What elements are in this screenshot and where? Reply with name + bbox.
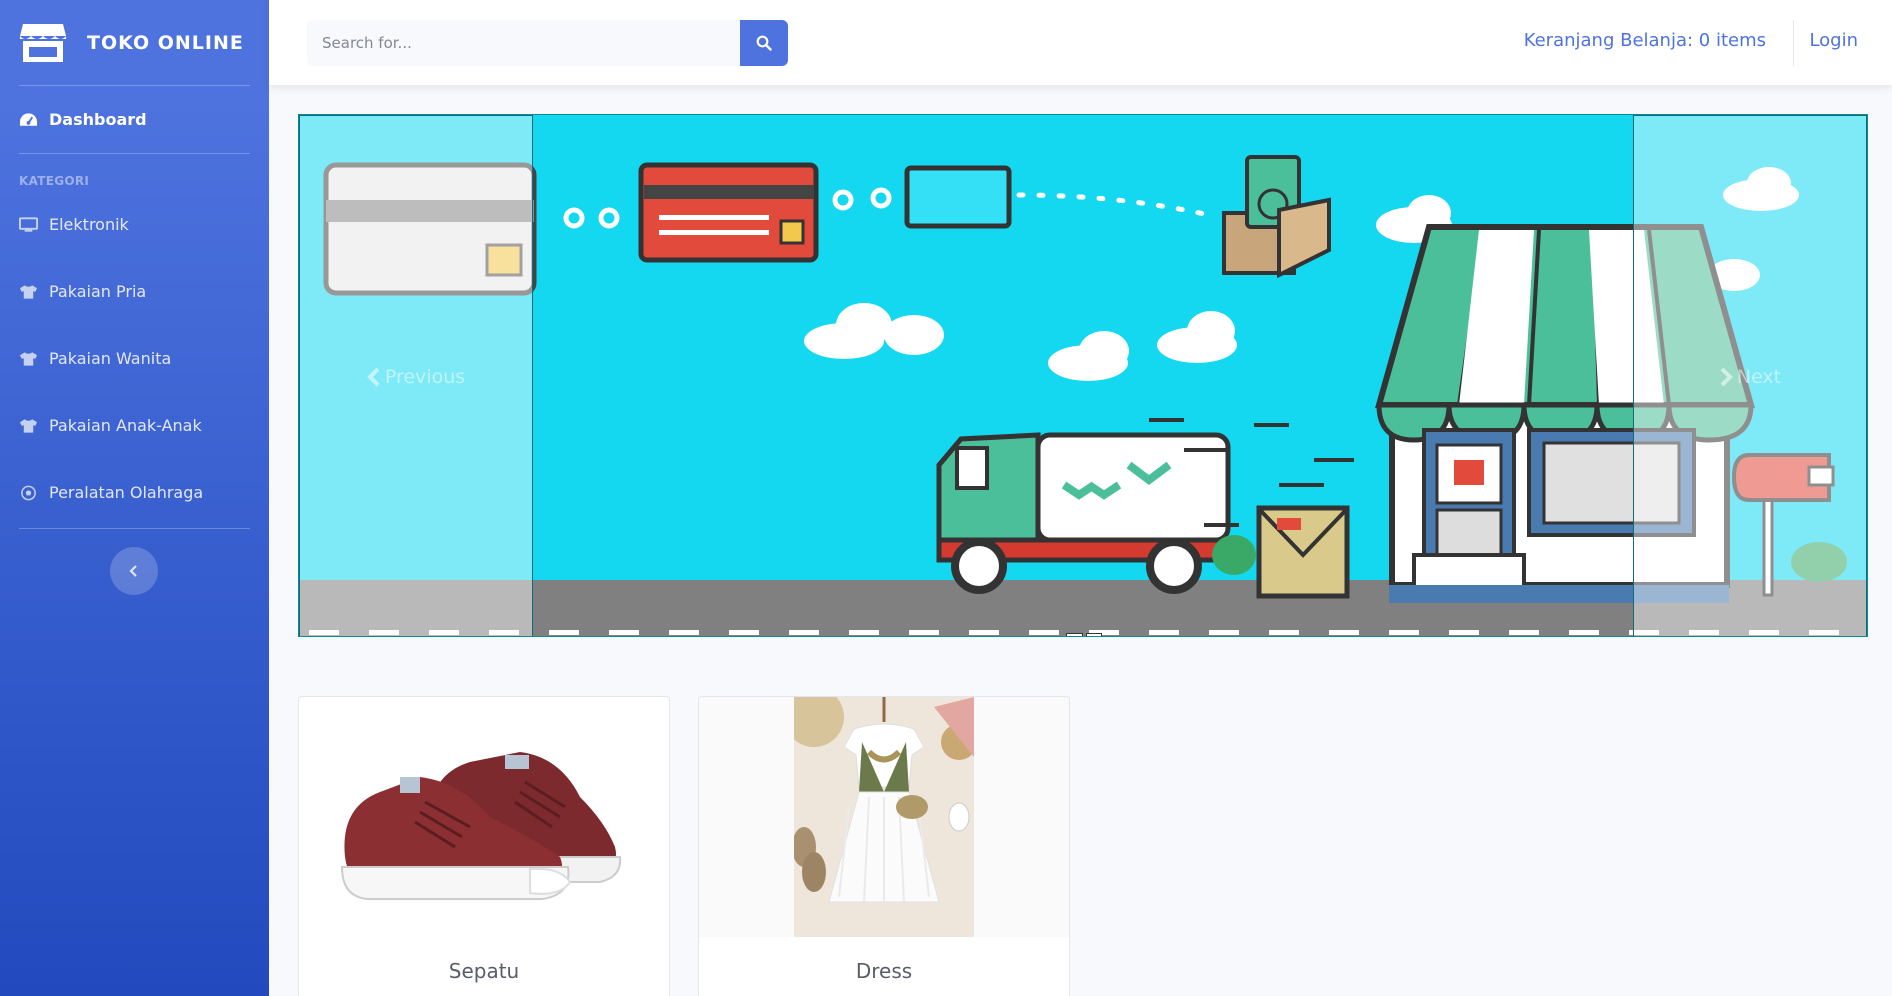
tshirt-icon — [19, 351, 38, 366]
chevron-left-icon — [367, 367, 380, 386]
sidebar-item-pakaian-wanita[interactable]: Pakaian Wanita — [19, 349, 171, 368]
carousel-prev-label: Previous — [384, 365, 466, 388]
sidebar-item-dashboard[interactable]: Dashboard — [19, 110, 147, 129]
sidebar-item-peralatan-olahraga[interactable]: Peralatan Olahraga — [19, 483, 203, 502]
topbar: Keranjang Belanja: 0 items Login — [269, 0, 1892, 85]
sidebar-item-label: Pakaian Pria — [49, 282, 147, 301]
tshirt-icon — [19, 284, 38, 299]
football-icon — [21, 485, 36, 500]
sidebar-divider — [19, 85, 250, 86]
sidebar-item-pakaian-pria[interactable]: Pakaian Pria — [19, 282, 146, 301]
sidebar-item-label: Pakaian Wanita — [49, 349, 172, 368]
sidebar-item-elektronik[interactable]: Elektronik — [19, 215, 129, 234]
desktop-icon — [19, 216, 38, 232]
carousel-indicator[interactable] — [1085, 633, 1102, 636]
sidebar-item-label: Elektronik — [49, 215, 129, 234]
search-icon — [756, 35, 772, 51]
sidebar-divider — [19, 153, 250, 154]
sidebar: TOKO ONLINE Dashboard KATEGORI Elektroni… — [0, 0, 269, 996]
carousel-indicator[interactable] — [1066, 633, 1083, 636]
brand-name: TOKO ONLINE — [87, 31, 244, 54]
cart-link[interactable]: Keranjang Belanja: 0 items — [1524, 30, 1766, 51]
topbar-divider — [1793, 20, 1794, 66]
product-name: Dress — [855, 959, 913, 983]
sidebar-item-label: Peralatan Olahraga — [49, 483, 204, 502]
banner-carousel: Previous Next — [298, 114, 1868, 637]
sidebar-item-label: Dashboard — [49, 110, 147, 129]
sidebar-toggle-button[interactable] — [110, 547, 158, 595]
store-icon — [20, 23, 66, 62]
product-image — [320, 697, 648, 937]
chevron-left-icon — [129, 565, 137, 577]
carousel-next-button[interactable]: Next — [1633, 115, 1867, 636]
tshirt-icon — [19, 418, 38, 433]
brand-link[interactable]: TOKO ONLINE — [0, 0, 269, 85]
search-input[interactable] — [307, 20, 740, 66]
product-image — [699, 697, 1069, 937]
carousel-indicators — [1066, 633, 1102, 636]
product-name: Sepatu — [448, 959, 520, 983]
product-card[interactable]: Dress — [698, 696, 1070, 996]
carousel-prev-button[interactable]: Previous — [299, 115, 533, 636]
sidebar-item-pakaian-anak-anak[interactable]: Pakaian Anak-Anak — [19, 416, 202, 435]
sidebar-divider — [19, 528, 250, 529]
sneakers-image — [340, 752, 622, 900]
login-link[interactable]: Login — [1809, 30, 1858, 51]
search-button[interactable] — [740, 20, 788, 66]
chevron-right-icon — [1720, 367, 1733, 386]
sidebar-heading: KATEGORI — [19, 174, 90, 188]
tachometer-icon — [19, 112, 38, 126]
dress-image — [784, 697, 977, 937]
sidebar-item-label: Pakaian Anak-Anak — [49, 416, 202, 435]
product-card[interactable]: Sepatu — [298, 696, 670, 996]
carousel-next-label: Next — [1736, 365, 1782, 388]
